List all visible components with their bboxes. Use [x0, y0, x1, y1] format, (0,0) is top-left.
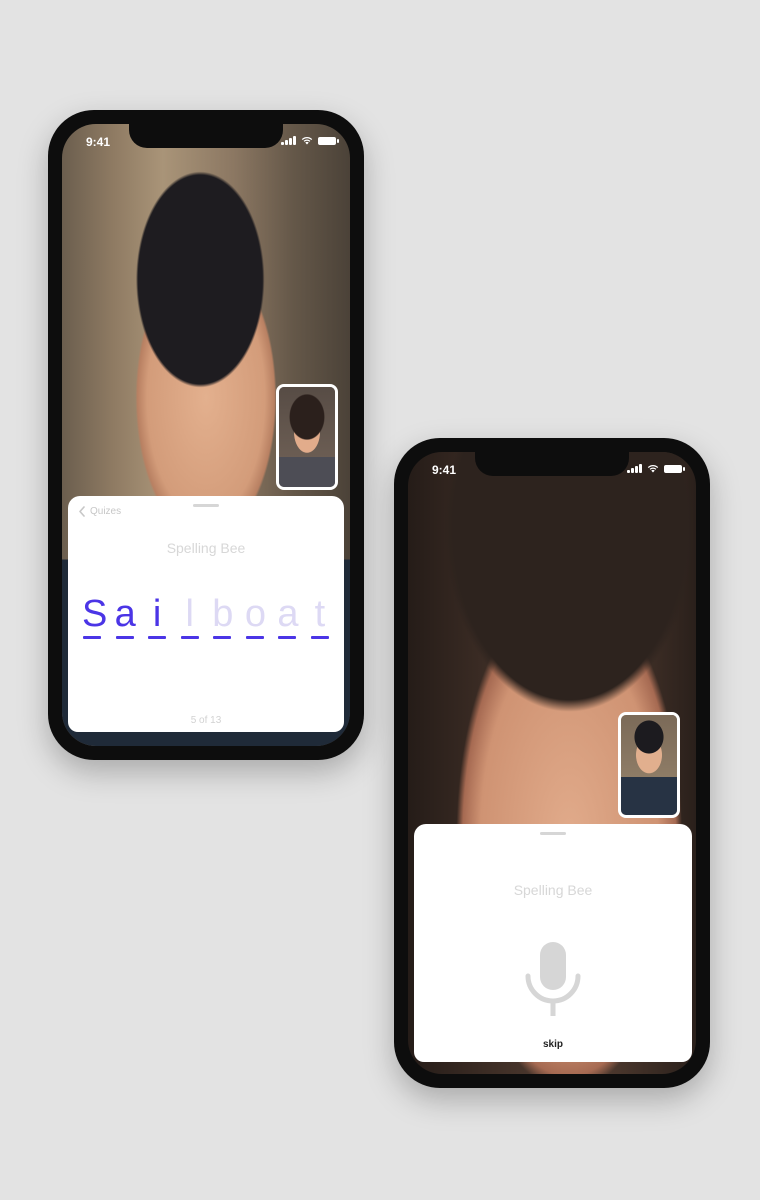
letter-slot: o: [244, 593, 266, 639]
spelling-word: Sailboat: [82, 594, 330, 639]
letter-char: i: [152, 593, 162, 635]
letter-underline: [213, 636, 232, 639]
letter-underline: [83, 636, 101, 639]
letter-underline: [278, 636, 297, 639]
signal-icon: [281, 136, 296, 145]
letter-slot: S: [82, 593, 108, 639]
letter-slot: l: [180, 594, 200, 639]
letter-slot: a: [114, 593, 136, 639]
status-time: 9:41: [432, 463, 457, 477]
quiz-title: Spelling Bee: [166, 540, 246, 556]
phone-1-screen: 9:41 Quizes Spelling Bee Sailboat 5 of 1…: [62, 124, 350, 746]
microphone-icon[interactable]: [523, 942, 583, 1016]
status-time: 9:41: [86, 135, 111, 149]
status-bar: 9:41: [62, 124, 350, 160]
phone-2: 9:41 Spelling Bee skip: [394, 438, 710, 1088]
letter-underline: [310, 636, 329, 639]
wifi-icon: [647, 464, 659, 473]
letter-char: a: [277, 593, 299, 635]
letter-char: o: [244, 593, 266, 635]
back-chevron-icon: [79, 506, 85, 517]
letter-slot: b: [212, 593, 234, 639]
letter-char: S: [82, 593, 108, 635]
quiz-title: Spelling Bee: [513, 882, 593, 898]
quiz-sheet: Quizes Spelling Bee Sailboat 5 of 13: [68, 496, 344, 732]
letter-underline: [115, 636, 134, 639]
battery-icon: [664, 464, 685, 473]
wifi-icon: [301, 136, 313, 145]
letter-underline: [180, 636, 199, 639]
battery-icon: [318, 136, 339, 145]
letter-slot: t: [310, 594, 330, 639]
letter-char: l: [185, 593, 194, 635]
letter-underline: [148, 636, 167, 639]
status-bar: 9:41: [408, 452, 696, 488]
letter-char: b: [212, 593, 234, 635]
skip-button[interactable]: skip: [414, 1039, 692, 1050]
sheet-handle[interactable]: [193, 504, 219, 507]
letter-char: t: [314, 593, 326, 635]
pip-video[interactable]: [618, 712, 680, 818]
letter-slot: i: [147, 594, 167, 639]
letter-char: a: [114, 593, 136, 635]
sheet-handle[interactable]: [540, 832, 566, 835]
letter-slot: a: [277, 593, 299, 639]
signal-icon: [627, 464, 642, 473]
phone-2-screen: 9:41 Spelling Bee skip: [408, 452, 696, 1074]
phone-1: 9:41 Quizes Spelling Bee Sailboat 5 of 1…: [48, 110, 364, 760]
back-button[interactable]: Quizes: [78, 506, 121, 517]
pip-video[interactable]: [276, 384, 338, 490]
letter-underline: [245, 636, 264, 639]
quiz-progress: 5 of 13: [190, 715, 222, 726]
back-label: Quizes: [90, 506, 122, 517]
quiz-sheet: Spelling Bee skip: [414, 824, 692, 1062]
